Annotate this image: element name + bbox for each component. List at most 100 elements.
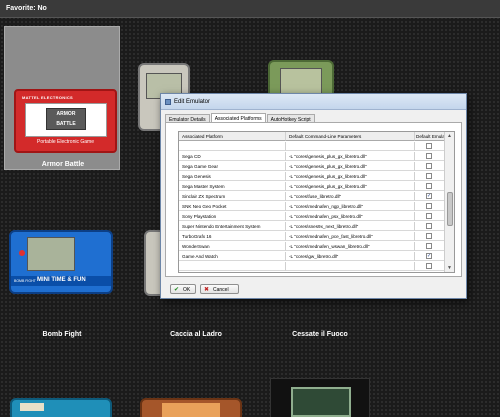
armor-battle-device-image: MATTEL ELECTRONICS ARMOR BATTLE Portable… — [14, 89, 117, 153]
default-cell — [415, 212, 445, 221]
logo-line-2: BATTLE — [56, 121, 76, 127]
cancel-button[interactable]: ✖ Cancel — [200, 284, 239, 294]
default-cell: ✓ — [415, 192, 445, 201]
params-cell[interactable] — [286, 262, 415, 271]
platform-cell[interactable]: Game And Watch — [179, 252, 286, 261]
params-cell[interactable]: -L "cores\mednafen_wswan_libretro.dll" — [286, 242, 415, 251]
params-cell[interactable]: -L "cores\genesis_plus_gx_libretro.dll" — [286, 162, 415, 171]
default-cell — [415, 222, 445, 231]
params-cell[interactable]: -L "cores\genesis_plus_gx_libretro.dll" — [286, 152, 415, 161]
orange-screen-frame — [162, 403, 220, 417]
platform-cell[interactable]: Sony Playstation — [179, 212, 286, 221]
bomb-fight-small-label: BOMB FIGHT — [14, 279, 36, 283]
default-cell: ✓ — [415, 252, 445, 261]
column-header-platform[interactable]: Associated Platform — [179, 132, 286, 141]
params-cell[interactable] — [286, 142, 415, 151]
platform-cell[interactable] — [179, 262, 286, 271]
grid-header-row: Associated Platform Default Command-Line… — [179, 132, 445, 141]
default-cell — [415, 162, 445, 171]
default-emulator-checkbox[interactable] — [426, 203, 432, 209]
grid-row[interactable]: SNK Neo Geo Pocket -L "cores\mednafen_ngp… — [179, 202, 445, 211]
ok-label: OK — [183, 287, 191, 293]
ok-button[interactable]: ✔ OK — [170, 284, 196, 294]
params-cell[interactable]: -L "cores\mednafen_ngp_libretro.dll" — [286, 202, 415, 211]
game-tile-bomb-fight[interactable]: BOMB FIGHT MINI TIME & FUN Bomb Fight — [4, 228, 120, 340]
platform-cell[interactable]: Super Nintendo Entertainment System — [179, 222, 286, 231]
dialog-titlebar[interactable]: Edit Emulator — [161, 94, 466, 110]
game-tile-armor-battle[interactable]: MATTEL ELECTRONICS ARMOR BATTLE Portable… — [4, 26, 120, 170]
platform-cell[interactable]: WonderSwan — [179, 242, 286, 251]
platform-cell[interactable]: TurboGrafx 16 — [179, 232, 286, 241]
dialog-title: Edit Emulator — [174, 99, 211, 105]
grid-row[interactable]: TurboGrafx 16 -L "cores\mednafen_pce_fast… — [179, 232, 445, 241]
params-cell[interactable]: -L "cores\mednafen_psx_libretro.dll" — [286, 212, 415, 221]
grid-row[interactable]: Sega Master System -L "cores\genesis_plus… — [179, 182, 445, 191]
params-cell[interactable]: -L "cores\mednafen_pce_fast_libretro.dll… — [286, 232, 415, 241]
platform-cell[interactable]: Sinclair ZX Spectrum — [179, 192, 286, 201]
logo-line-1: ARMOR — [56, 111, 76, 117]
column-header-default[interactable]: Default Emulator — [415, 132, 445, 141]
platform-cell[interactable]: SNK Neo Geo Pocket — [179, 202, 286, 211]
default-emulator-checkbox[interactable]: ✓ — [426, 253, 432, 259]
grid-row[interactable]: Sega Genesis -L "cores\genesis_plus_gx_li… — [179, 172, 445, 181]
platform-cell[interactable]: Sega Genesis — [179, 172, 286, 181]
game-tile-bottom-2[interactable] — [140, 398, 242, 417]
scroll-up-arrow-icon[interactable]: ▲ — [447, 133, 452, 139]
window-icon — [165, 99, 171, 105]
grid-row[interactable]: Game And Watch -L "cores\gw_libretro.dll"… — [179, 252, 445, 261]
lcd-screen — [27, 237, 75, 271]
armor-brand-label: MATTEL ELECTRONICS — [22, 95, 74, 100]
scroll-down-arrow-icon[interactable]: ▼ — [447, 265, 452, 271]
platform-cell[interactable]: Sega Master System — [179, 182, 286, 191]
grid-row[interactable]: Sinclair ZX Spectrum -L "cores\fuse_libre… — [179, 192, 445, 201]
grid-row[interactable] — [179, 142, 445, 151]
grid-row[interactable]: Sega CD -L "cores\genesis_plus_gx_libretr… — [179, 152, 445, 161]
params-cell[interactable]: -L "cores\genesis_plus_gx_libretro.dll" — [286, 182, 415, 191]
default-emulator-checkbox[interactable]: ✓ — [426, 193, 432, 199]
scroll-thumb[interactable] — [447, 192, 453, 226]
cancel-label: Cancel — [213, 287, 229, 293]
default-cell — [415, 172, 445, 181]
platforms-grid: Associated Platform Default Command-Line… — [178, 131, 455, 273]
default-emulator-checkbox[interactable] — [426, 243, 432, 249]
game-tile-bottom-1[interactable] — [10, 398, 112, 417]
grid-vertical-scrollbar[interactable]: ▲ ▼ — [444, 132, 454, 272]
default-cell — [415, 182, 445, 191]
default-emulator-checkbox[interactable] — [426, 143, 432, 149]
default-emulator-checkbox[interactable] — [426, 173, 432, 179]
favorite-status-label: Favorite: No — [6, 5, 47, 12]
platform-cell[interactable] — [179, 142, 286, 151]
default-emulator-checkbox[interactable] — [426, 263, 432, 269]
platform-cell[interactable]: Sega Game Gear — [179, 162, 286, 171]
lcd-screen — [291, 387, 351, 417]
armor-battle-logo: ARMOR BATTLE — [46, 108, 86, 130]
grid-row[interactable]: WonderSwan -L "cores\mednafen_wswan_libre… — [179, 242, 445, 251]
default-emulator-checkbox[interactable] — [426, 163, 432, 169]
platform-cell[interactable]: Sega CD — [179, 152, 286, 161]
default-cell — [415, 262, 445, 271]
grid-row[interactable]: Sony Playstation -L "cores\mednafen_psx_l… — [179, 212, 445, 221]
params-cell[interactable]: -L "cores\gw_libretro.dll" — [286, 252, 415, 261]
mini-time-fun-label: MINI TIME & FUN — [37, 277, 86, 283]
game-caption: Bomb Fight — [42, 331, 82, 338]
default-cell — [415, 142, 445, 151]
grid-row[interactable]: Super Nintendo Entertainment System -L "c… — [179, 222, 445, 231]
params-cell[interactable]: -L "cores\fuse_libretro.dll" — [286, 192, 415, 201]
grid-row[interactable] — [179, 262, 445, 271]
default-emulator-checkbox[interactable] — [426, 153, 432, 159]
default-cell — [415, 242, 445, 251]
default-emulator-checkbox[interactable] — [426, 213, 432, 219]
favorite-status-bar: Favorite: No — [0, 0, 500, 18]
game-tile-bottom-3[interactable] — [270, 378, 370, 417]
column-header-params[interactable]: Default Command-Line Parameters — [286, 132, 415, 141]
edit-emulator-dialog: Edit Emulator Emulator Details Associate… — [160, 93, 467, 299]
game-caption: Cessate il Fuoco — [292, 331, 348, 338]
default-emulator-checkbox[interactable] — [426, 223, 432, 229]
params-cell[interactable]: -L "cores\genesis_plus_gx_libretro.dll" — [286, 172, 415, 181]
params-cell[interactable]: -L "cores\snes9x_next_libretro.dll" — [286, 222, 415, 231]
default-cell — [415, 202, 445, 211]
game-caption: Armor Battle — [41, 161, 85, 168]
default-emulator-checkbox[interactable] — [426, 183, 432, 189]
default-emulator-checkbox[interactable] — [426, 233, 432, 239]
grid-row[interactable]: Sega Game Gear -L "cores\genesis_plus_gx_… — [179, 162, 445, 171]
